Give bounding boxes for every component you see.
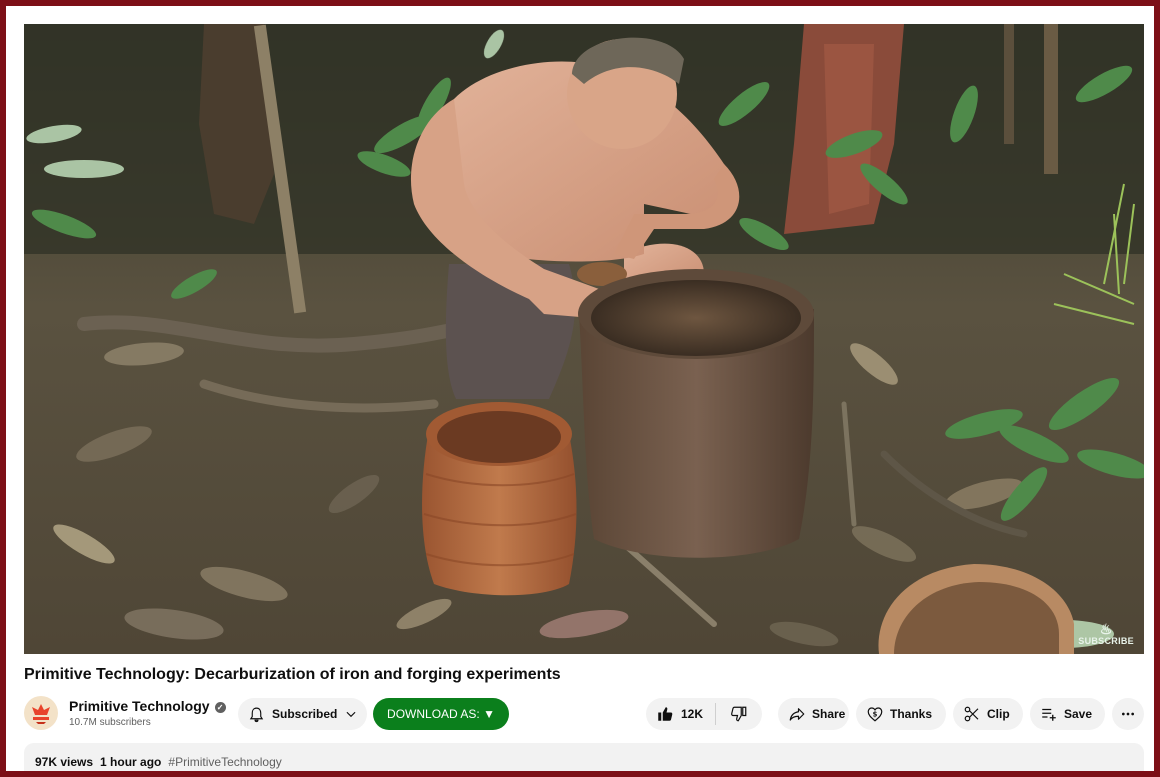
- svg-text:$: $: [873, 710, 878, 718]
- video-meta: 97K views 1 hour ago #PrimitiveTechnology: [35, 755, 282, 769]
- channel-name[interactable]: Primitive Technology ✓: [69, 698, 226, 714]
- subscriber-count: 10.7M subscribers: [69, 717, 151, 728]
- share-label: Share: [812, 707, 846, 721]
- like-count: 12K: [681, 707, 704, 721]
- share-button[interactable]: Share: [778, 698, 849, 730]
- download-label: DOWNLOAD AS: ▼: [387, 707, 495, 721]
- channel-avatar[interactable]: [24, 696, 58, 730]
- playlist-add-icon: [1042, 708, 1056, 721]
- more-icon: [1122, 712, 1134, 716]
- subscribed-label: Subscribed: [272, 707, 338, 721]
- thanks-button[interactable]: $ Thanks: [856, 698, 946, 730]
- avatar-logo-icon: [32, 704, 50, 724]
- save-button[interactable]: Save: [1030, 698, 1105, 730]
- thanks-icon: $: [867, 707, 883, 722]
- thanks-label: Thanks: [890, 707, 933, 721]
- clip-button[interactable]: Clip: [953, 698, 1023, 730]
- like-button[interactable]: 12K: [646, 698, 715, 730]
- dislike-button[interactable]: [716, 698, 762, 730]
- thumbs-down-icon: [731, 706, 747, 722]
- action-row: Primitive Technology ✓ 10.7M subscribers …: [24, 696, 1144, 732]
- description-box[interactable]: 97K views 1 hour ago #PrimitiveTechnology: [24, 743, 1144, 771]
- more-actions-button[interactable]: [1112, 698, 1144, 730]
- bell-icon: [249, 707, 264, 722]
- verified-icon: ✓: [214, 702, 226, 713]
- save-label: Save: [1064, 707, 1093, 721]
- subscribe-watermark[interactable]: ♨ SUBSCRIBE: [1078, 622, 1134, 646]
- watermark-icon: ♨: [1099, 621, 1113, 637]
- clip-label: Clip: [987, 707, 1010, 721]
- like-dislike-group: 12K: [646, 698, 762, 730]
- page-frame: ♨ SUBSCRIBE Primitive Technology: Decarb…: [6, 6, 1154, 771]
- video-title: Primitive Technology: Decarburization of…: [24, 666, 561, 683]
- share-icon: [789, 708, 805, 721]
- download-button[interactable]: DOWNLOAD AS: ▼: [373, 698, 509, 730]
- upload-time: 1 hour ago: [100, 755, 162, 769]
- video-player[interactable]: ♨ SUBSCRIBE: [24, 24, 1144, 654]
- subscribed-button[interactable]: Subscribed: [238, 698, 367, 730]
- scissors-icon: [964, 706, 979, 722]
- thumbs-up-icon: [658, 707, 673, 721]
- hashtag-link[interactable]: #PrimitiveTechnology: [168, 755, 281, 769]
- video-frame: [24, 24, 1144, 654]
- chevron-down-icon: [346, 711, 356, 718]
- view-count: 97K views: [35, 755, 94, 769]
